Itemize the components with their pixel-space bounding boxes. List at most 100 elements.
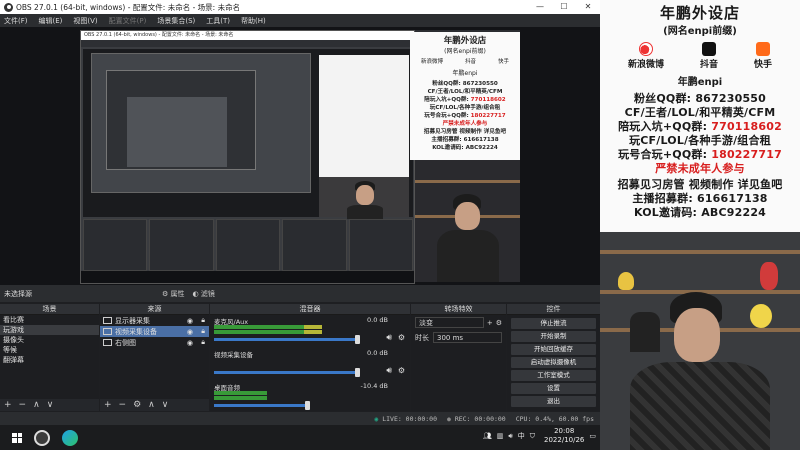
menu-file[interactable]: 文件(F): [4, 16, 28, 26]
mixer-channel: 麦克风/Aux 0.0 dB 🔊︎ ⚙: [210, 315, 410, 348]
input-language[interactable]: 中: [518, 431, 525, 441]
scene-item[interactable]: 摄像头: [0, 335, 99, 345]
volume-knob[interactable]: [354, 368, 360, 377]
people-icon[interactable]: 👥︎: [483, 432, 492, 440]
overlay-lines: 粉丝QQ群: 867230550 CF/王者/LOL/和平精英/CFM 陪玩入坑…: [423, 81, 507, 151]
volume-slider[interactable]: [214, 338, 357, 341]
network-icon[interactable]: ▥: [497, 432, 504, 440]
notification-icon[interactable]: ▭: [589, 432, 596, 440]
exit-button[interactable]: 退出: [511, 396, 596, 407]
mixer-channel: 视频采集设备 0.0 dB 🔊︎ ⚙: [210, 348, 410, 381]
shop-subtitle: (网名enpi前缀): [663, 26, 737, 37]
volume-slider[interactable]: [214, 371, 357, 374]
source-item[interactable]: 视频采集设备 ◉ 🔒︎: [100, 326, 209, 337]
add-transition-button[interactable]: +: [487, 319, 493, 327]
eye-icon[interactable]: ◉: [187, 339, 193, 347]
channel-db: -10.4 dB: [360, 382, 388, 390]
studio-mode-button[interactable]: 工作室模式: [511, 370, 596, 381]
sources-dock: 来源 显示器采集 ◉ 🔒︎ 视频采集设备 ◉ 🔒︎ 右侧图 ◉ 🔒︎ + − ⚙…: [100, 304, 209, 411]
duration-input[interactable]: 300 ms: [433, 332, 502, 343]
eye-icon[interactable]: ◉: [187, 328, 193, 336]
preview-webcam: [415, 160, 520, 282]
nested-preview: [83, 49, 413, 219]
filter-icon: ◐: [192, 289, 199, 298]
nested-inner-preview: [91, 53, 311, 193]
status-bar: ◉ LIVE: 00:00:00 ● REC: 00:00:00 CPU: 0.…: [0, 412, 600, 425]
gear-icon[interactable]: ⚙: [398, 333, 405, 342]
windows-start-icon[interactable]: [12, 432, 22, 443]
source-toolbar: 未选择源 ⚙ 属性 ◐ 滤镜: [0, 285, 600, 302]
shield-icon[interactable]: ⛉: [530, 432, 535, 441]
properties-button[interactable]: ⚙ 属性: [162, 289, 185, 299]
remove-scene-button[interactable]: −: [19, 400, 27, 410]
volume-knob[interactable]: [354, 335, 360, 344]
cpu-status: CPU: 0.4%, 60.00 fps: [515, 414, 594, 423]
add-scene-button[interactable]: +: [4, 400, 12, 410]
live-status: ◉ LIVE: 00:00:00: [374, 414, 437, 423]
menu-help[interactable]: 帮助(H): [241, 16, 266, 26]
move-up-icon[interactable]: ∧: [33, 400, 40, 410]
move-up-icon[interactable]: ∧: [148, 400, 155, 410]
edge-browser-icon[interactable]: [62, 429, 78, 446]
obs-logo-icon: [4, 2, 13, 12]
source-properties-gear-icon[interactable]: ⚙: [133, 400, 141, 410]
scene-item[interactable]: 看比赛: [0, 315, 99, 325]
start-virtual-camera-button[interactable]: 启动虚拟摄像机: [511, 357, 596, 368]
overlay-subtitle: (网名enpi前缀): [444, 48, 486, 55]
sources-list: 显示器采集 ◉ 🔒︎ 视频采集设备 ◉ 🔒︎ 右侧图 ◉ 🔒︎: [100, 315, 209, 399]
windows-taskbar: 👥︎ ▥ 🔊︎ 中 ⛉ 20:08 2022/10/26 ▭: [0, 425, 600, 450]
settings-button[interactable]: 设置: [511, 383, 596, 394]
start-recording-button[interactable]: 开始录制: [511, 331, 596, 342]
menu-view[interactable]: 视图(V): [73, 16, 97, 26]
volume-slider[interactable]: [214, 404, 307, 407]
menu-edit[interactable]: 编辑(E): [39, 16, 63, 26]
speaker-icon[interactable]: 🔊︎: [386, 333, 392, 343]
remove-source-button[interactable]: −: [119, 400, 127, 410]
transition-gear-icon[interactable]: ⚙: [496, 319, 502, 327]
scene-item[interactable]: 等候: [0, 345, 99, 355]
stop-streaming-button[interactable]: 停止推流: [511, 318, 596, 329]
system-tray: 👥︎ ▥ 🔊︎ 中 ⛉ 20:08 2022/10/26 ▭: [483, 427, 596, 445]
transitions-dock: 转场特效 淡变 + ⚙ 时长 300 ms: [411, 304, 506, 411]
volume-knob[interactable]: [305, 401, 310, 410]
level-meter: [214, 330, 322, 334]
menu-scene-collection[interactable]: 场景集合(S): [157, 16, 195, 26]
speaker-icon[interactable]: 🔊︎: [386, 366, 392, 376]
monitor-icon: [103, 317, 112, 324]
lock-icon[interactable]: 🔒︎: [201, 316, 205, 325]
weibo-platform: 新浪微博: [628, 42, 664, 70]
eye-icon[interactable]: ◉: [187, 317, 193, 325]
menu-tools[interactable]: 工具(T): [206, 16, 230, 26]
source-item[interactable]: 显示器采集 ◉ 🔒︎: [100, 315, 209, 326]
window-controls: — ☐ ✕: [528, 0, 600, 14]
preview-area[interactable]: OBS 27.0.1 (64-bit, windows) - 配置文件: 未命名…: [0, 27, 600, 285]
sources-header: 来源: [100, 304, 209, 315]
nested-menubar: [81, 40, 414, 47]
close-button[interactable]: ✕: [576, 0, 600, 14]
minimize-button[interactable]: —: [528, 0, 552, 14]
mixer-dock: 混音器 麦克风/Aux 0.0 dB 🔊︎ ⚙ 视频采集设备 0.0 dB 🔊︎: [210, 304, 410, 411]
nested-titlebar: OBS 27.0.1 (64-bit, windows) - 配置文件: 未命名…: [81, 31, 414, 40]
gear-icon[interactable]: ⚙: [398, 366, 405, 375]
filters-button[interactable]: ◐ 滤镜: [193, 289, 215, 299]
webcam-feed: [600, 232, 800, 450]
scene-item[interactable]: 玩游戏: [0, 325, 99, 335]
source-item[interactable]: 右侧图 ◉ 🔒︎: [100, 337, 209, 348]
move-down-icon[interactable]: ∨: [162, 400, 169, 410]
speaker-icon[interactable]: 🔊︎: [508, 432, 512, 441]
lock-icon[interactable]: 🔒︎: [201, 327, 205, 336]
stream-overlay-panel: 年鹏外设店 (网名enpi前缀) 新浪微博 抖音 快手 年鹏enpi 粉丝QQ群…: [600, 0, 800, 450]
add-source-button[interactable]: +: [104, 400, 112, 410]
menu-profile[interactable]: 配置文件(P): [109, 16, 147, 26]
maximize-button[interactable]: ☐: [552, 0, 576, 14]
scene-item[interactable]: 翻弹幕: [0, 355, 99, 365]
obs-taskbar-icon[interactable]: [34, 429, 50, 446]
move-down-icon[interactable]: ∨: [47, 400, 54, 410]
start-replay-buffer-button[interactable]: 开始回放缓存: [511, 344, 596, 355]
clock[interactable]: 20:08 2022/10/26: [544, 427, 584, 445]
figurine: [750, 304, 772, 328]
camera-icon: [103, 328, 112, 335]
lock-icon[interactable]: 🔒︎: [201, 338, 205, 347]
transition-select[interactable]: 淡变: [415, 317, 484, 328]
level-meter: [214, 391, 267, 395]
